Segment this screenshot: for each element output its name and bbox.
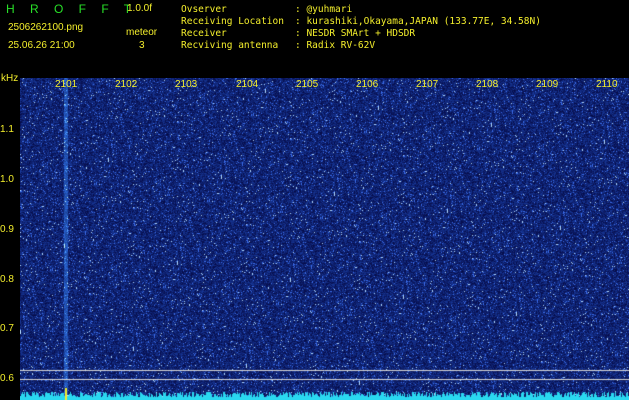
freq-tick: 0.6 <box>0 373 14 384</box>
time-axis: 2101 2102 2103 2104 2105 2106 2107 2108 … <box>20 79 629 93</box>
info-row-receiver: Receiver : NESDR SMArt + HDSDR <box>181 28 541 40</box>
freq-tick: 1.0 <box>0 174 14 185</box>
info-label: Receiving Location <box>181 16 284 27</box>
info-value: : kurashiki,Okayama,JAPAN (133.77E, 34.5… <box>295 16 541 27</box>
app-brand: H R O F F T <box>6 2 138 16</box>
mode-label: meteor <box>126 27 158 38</box>
image-filename: 2506262100.png <box>8 22 84 33</box>
timestamp: 25.06.26 21:00 <box>8 40 75 51</box>
time-tick: 2101 <box>55 79 78 90</box>
info-label: Ovserver <box>181 4 227 15</box>
freq-tick: 1.1 <box>0 124 14 135</box>
info-value: : NESDR SMArt + HDSDR <box>295 28 416 39</box>
time-tick: 2109 <box>536 79 559 90</box>
time-tick: 2108 <box>476 79 499 90</box>
app-version: 1.0.0f <box>127 3 153 14</box>
freq-tick: 0.8 <box>0 274 14 285</box>
info-value: : Radix RV-62V <box>295 40 376 51</box>
time-tick: 2103 <box>175 79 198 90</box>
info-label: Receiver <box>181 28 227 39</box>
time-tick: 2102 <box>115 79 138 90</box>
info-row-observer: Ovserver : @yuhmari <box>181 4 541 16</box>
hroft-window: H R O F F T 1.0.0f 2506262100.png meteor… <box>0 0 629 400</box>
time-tick: 2107 <box>416 79 439 90</box>
spectrogram-plot[interactable] <box>20 78 629 400</box>
time-tick: 2106 <box>356 79 379 90</box>
time-tick: 2110 <box>596 79 618 90</box>
info-row-location: Receiving Location : kurashiki,Okayama,JA… <box>181 16 541 28</box>
info-value: : @yuhmari <box>295 4 353 15</box>
station-info: Ovserver : @yuhmari Receiving Location : k… <box>181 4 541 52</box>
info-row-antenna: Recviving antenna : Radix RV-62V <box>181 40 541 52</box>
freq-tick: 0.7 <box>0 323 14 334</box>
spectrogram-canvas[interactable] <box>20 78 629 400</box>
time-tick: 2105 <box>296 79 319 90</box>
meteor-count: 3 <box>139 40 145 51</box>
time-tick: 2104 <box>236 79 259 90</box>
freq-tick: 0.9 <box>0 224 14 235</box>
freq-unit-label: kHz <box>1 73 19 84</box>
info-label: Recviving antenna <box>181 40 279 51</box>
